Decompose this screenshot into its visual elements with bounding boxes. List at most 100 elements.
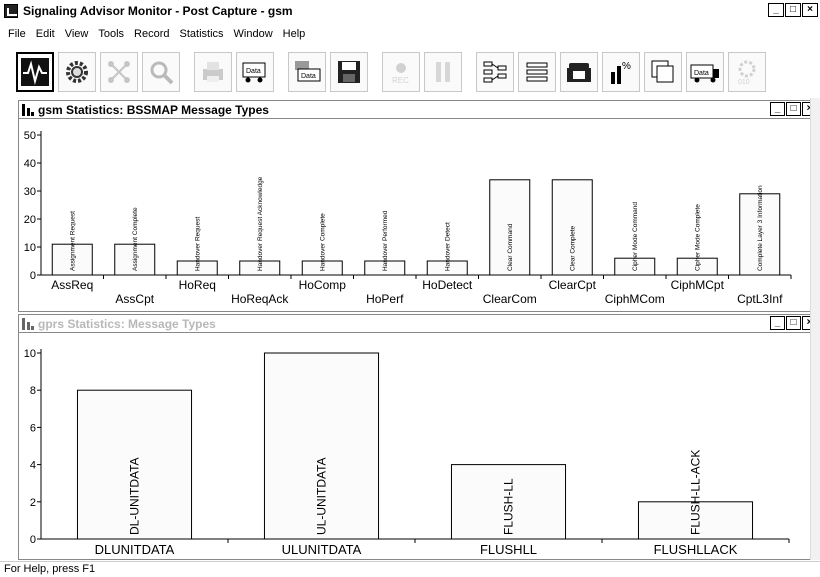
waveform-icon [21,58,49,86]
status-text: For Help, press F1 [4,563,96,575]
binary-gear-icon: 010 [738,60,756,86]
data-import-button[interactable]: Data [288,52,326,92]
topology-icon [483,61,507,83]
bar-label: Assignment Complete [132,207,139,271]
bar-label: Clear Complete [570,225,577,271]
bar-label: Handover Detect [445,222,452,271]
category-label: HoComp [299,278,347,292]
data-export-icon: Data [242,62,266,83]
gprs-stats-window: gprs Statistics: Message Types _ □ × 0 2 4… [18,314,820,560]
bar-label: Complete Layer 3 Information [757,185,764,271]
telephone-button[interactable] [560,52,598,92]
menu-record[interactable]: Record [130,28,175,40]
stats-chart-icon [22,103,34,116]
percent-chart-button[interactable]: % [602,52,640,92]
y-tick-label: 2 [30,497,36,509]
magnifier-icon [150,61,174,85]
menu-tools[interactable]: Tools [94,28,130,40]
category-label: AssReq [51,278,93,292]
network-icon [108,61,130,83]
gprs-stats-titlebar: gprs Statistics: Message Types _ □ × [19,315,819,333]
percent-label: % [622,61,631,72]
save-button[interactable] [330,52,368,92]
category-label: ULUNITDATA [282,542,362,557]
app-icon [4,4,18,18]
y-tick-label: 40 [24,158,36,170]
bar-label: Handover Complete [320,213,327,271]
gsm-stats-window: gsm Statistics: BSSMAP Message Types _ □… [18,100,820,312]
record-button[interactable]: REC [382,52,420,92]
pause-icon [436,62,450,82]
category-label: AssCpt [115,292,154,306]
list-icon [526,62,548,82]
bar-label: Assignment Request [70,211,77,271]
search-button[interactable] [142,52,180,92]
bar-label: Cipher Mode Complete [695,204,702,271]
data-truck-icon: Data [690,64,719,83]
category-label: FLUSHLL [480,542,537,557]
windows-button[interactable] [644,52,682,92]
menu-bar: File Edit View Tools Record Statistics W… [0,24,820,44]
y-tick-label: 30 [24,186,36,198]
data-export-button[interactable]: Data [236,52,274,92]
y-tick-label: 6 [30,422,36,434]
category-label: FLUSHLLACK [654,542,738,557]
y-tick-label: 20 [24,214,36,226]
gprs-message-chart: 0 2 4 6 8 10 DL-UNITDATA DLUNITDATA UL-UNITDATA U… [24,348,790,557]
category-label: ClearCpt [549,278,597,292]
y-tick-label: 50 [24,130,36,142]
bar-label: Handover Request Acknowledge [257,176,264,271]
menu-window[interactable]: Window [230,28,279,40]
gsm-maximize-button[interactable]: □ [786,102,801,116]
save-icon [338,61,360,83]
y-tick-label: 4 [30,460,36,472]
gsm-stats-titlebar: gsm Statistics: BSSMAP Message Types _ □… [19,101,819,119]
pause-button[interactable] [424,52,462,92]
bar-label: Handover Performed [382,210,389,271]
bar-label: DL-UNITDATA [128,457,142,535]
maximize-button[interactable]: □ [785,3,801,17]
category-label: HoDetect [422,278,473,292]
y-tick-label: 8 [30,385,36,397]
category-label: CiphMCpt [671,278,725,292]
menu-edit[interactable]: Edit [32,28,61,40]
category-label: CiphMCom [605,292,665,306]
category-label: HoReq [179,278,216,292]
bar-label: UL-UNITDATA [315,457,329,535]
close-button[interactable]: × [802,3,818,17]
gear-icon [66,61,88,83]
category-label: DLUNITDATA [95,542,175,557]
gsm-bssmap-chart: 0 10 20 30 40 50 Assignment Request AssReq Assig… [24,130,792,306]
print-button[interactable] [194,52,232,92]
y-tick-label: 0 [30,534,36,546]
menu-file[interactable]: File [4,28,32,40]
windows-icon [651,60,674,83]
stats-chart-icon [22,317,34,330]
bar-label: FLUSH-LL [502,478,516,535]
topology-button[interactable] [476,52,514,92]
menu-view[interactable]: View [61,28,95,40]
network-button[interactable] [100,52,138,92]
minimize-button[interactable]: _ [768,3,784,17]
menu-help[interactable]: Help [279,28,312,40]
record-icon: REC [392,63,409,85]
window-controls: _ □ × [768,3,818,17]
vertical-scrollbar[interactable] [810,98,820,560]
gprs-stats-title: gprs Statistics: Message Types [38,316,216,331]
list-button[interactable] [518,52,556,92]
gprs-minimize-button[interactable]: _ [770,316,785,330]
data-truck-button[interactable]: Data [686,52,724,92]
status-bar: For Help, press F1 [0,561,820,577]
record-label: REC [392,76,409,85]
gprs-maximize-button[interactable]: □ [786,316,801,330]
settings-button[interactable] [58,52,96,92]
gsm-minimize-button[interactable]: _ [770,102,785,116]
app-title: Signaling Advisor Monitor - Post Capture… [23,4,293,18]
menu-statistics[interactable]: Statistics [176,28,230,40]
printer-icon [203,62,223,82]
binary-button[interactable]: 010 [728,52,766,92]
data-truck-label: Data [694,70,709,77]
category-label: HoPerf [366,292,404,306]
data-import-label: Data [301,73,316,80]
waveform-button[interactable] [16,52,54,92]
